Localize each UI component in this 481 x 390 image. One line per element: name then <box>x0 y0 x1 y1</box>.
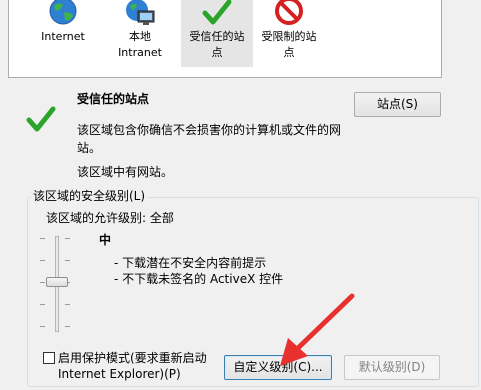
slider-tick <box>40 326 45 327</box>
restricted-icon <box>275 0 303 25</box>
zone-trusted-label-2: 点 <box>211 46 223 59</box>
zone-description-line2: 站。 <box>77 141 102 155</box>
slider-tick <box>40 260 45 261</box>
slider-tick <box>65 238 70 239</box>
slider-tick <box>65 304 70 305</box>
zone-internet-label: Internet <box>41 30 85 43</box>
zone-internet[interactable]: Internet <box>27 0 99 67</box>
slider-tick <box>40 304 45 305</box>
slider-tick <box>65 326 70 327</box>
zone-list[interactable]: Internet 本地 Intranet 受信任的站 点 受限制的站 点 <box>8 0 442 78</box>
zone-intranet-label-1: 本地 <box>129 30 151 43</box>
checkmark-icon <box>202 0 232 25</box>
intranet-icon <box>126 0 155 25</box>
level-bullet-2: - 不下载未签名的 ActiveX 控件 <box>114 272 284 286</box>
zone-title: 受信任的站点 <box>77 92 150 106</box>
protected-mode-checkbox[interactable] <box>43 352 55 364</box>
globe-icon <box>49 0 77 25</box>
zone-restricted-label-1: 受限制的站 <box>261 30 317 43</box>
zone-trusted-label-1: 受信任的站 <box>189 30 245 43</box>
protected-mode-label-2: Internet Explorer)(P) <box>58 367 181 381</box>
level-name: 中 <box>99 233 112 247</box>
protected-mode-label-1: 启用保护模式(要求重新启动 <box>58 351 207 365</box>
security-level-title: 该区域的安全级别(L) <box>31 187 148 204</box>
slider-thumb[interactable] <box>46 277 68 287</box>
zone-status: 该区域中有网站。 <box>77 165 174 179</box>
zone-local-intranet[interactable]: 本地 Intranet <box>104 0 176 67</box>
allowed-levels-text: 该区域的允许级别: 全部 <box>46 211 174 225</box>
zone-description-line1: 该区域包含你确信不会损害你的计算机或文件的网 <box>77 123 342 137</box>
slider-tick <box>40 282 45 283</box>
annotation-arrow-icon <box>280 293 355 366</box>
zone-restricted-label-2: 点 <box>283 46 295 59</box>
zone-trusted-sites[interactable]: 受信任的站 点 <box>181 0 253 67</box>
trusted-checkmark-icon <box>26 106 56 132</box>
zone-restricted-sites[interactable]: 受限制的站 点 <box>253 0 325 67</box>
sites-button[interactable]: 站点(S) <box>354 92 441 117</box>
zone-intranet-label-2: Intranet <box>118 46 162 59</box>
slider-tick <box>65 260 70 261</box>
slider-tick <box>40 238 45 239</box>
level-bullet-1: - 下载潜在不安全内容前提示 <box>114 256 267 270</box>
